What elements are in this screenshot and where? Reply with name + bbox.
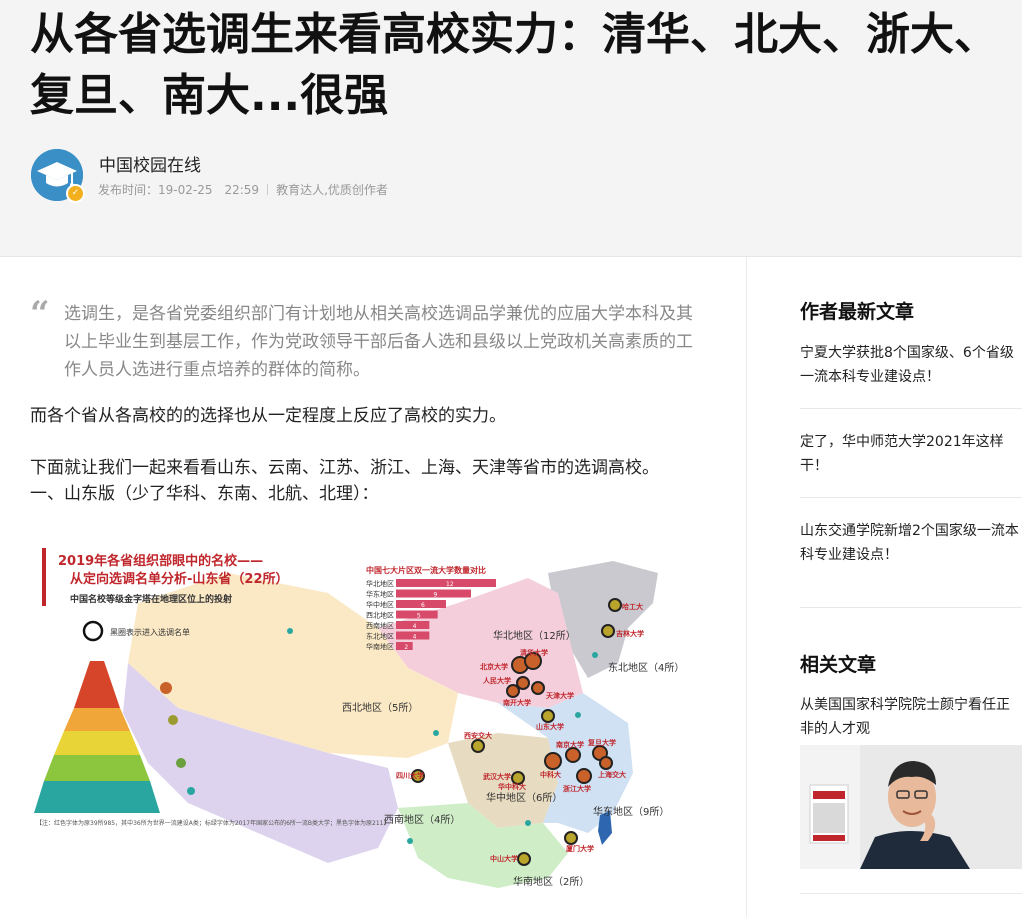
author-tag: 教育达人,优质创作者 xyxy=(276,183,388,197)
school-label: 哈工大 xyxy=(622,602,643,611)
article-paragraph: 下面就让我们一起来看看山东、云南、江苏、浙江、上海、天津等省市的选调高校。 xyxy=(30,458,659,478)
article-figure-map: 2019年各省组织部眼中的名校—— 从定向选调名单分析-山东省（22所） 中国名… xyxy=(28,533,708,911)
region-label: 东北地区（4所） xyxy=(608,661,684,674)
figure-title-1: 2019年各省组织部眼中的名校—— xyxy=(58,553,263,569)
school-label: 山东大学 xyxy=(536,722,564,731)
related-article-link[interactable]: 从美国国家科学院院士颜宁看任正非的人才观 xyxy=(800,693,1022,741)
school-dot xyxy=(541,709,555,723)
bar-label: 华北地区 xyxy=(366,579,394,588)
school-label: 北京大学 xyxy=(480,662,508,671)
related-article-thumbnail[interactable] xyxy=(800,745,1022,869)
school-dot xyxy=(599,756,613,770)
school-label: 厦门大学 xyxy=(565,844,594,853)
sidebar-divider xyxy=(800,497,1022,498)
sidebar-divider xyxy=(800,893,1022,894)
school-dot xyxy=(531,681,545,695)
pyramid-level-5 xyxy=(34,781,160,813)
latest-articles-title: 作者最新文章 xyxy=(800,301,915,323)
bar-value-label: 6 xyxy=(421,602,425,609)
bar-label: 西北地区 xyxy=(366,611,394,620)
bar-label: 华东地区 xyxy=(366,590,394,599)
article-title: 从各省选调生来看高校实力：清华、北大、浙大、复旦、南大...很强 xyxy=(30,9,998,121)
bar-value-label: 2 xyxy=(404,644,408,651)
school-dot xyxy=(608,598,622,612)
sidebar-divider xyxy=(800,408,1022,409)
region-label: 华东地区（9所） xyxy=(593,805,669,818)
bar-value-label: 5 xyxy=(417,613,421,620)
bar-value-label: 4 xyxy=(413,623,417,630)
school-label: 武汉大学 xyxy=(483,772,511,781)
region-label: 华中地区（6所） xyxy=(486,791,562,804)
school-dot xyxy=(471,739,485,753)
legend-circle-label: 黑圈表示进入选调名单 xyxy=(110,627,190,637)
school-dot xyxy=(564,831,578,845)
publish-time: 发布时间：19-02-25 22:59 xyxy=(98,183,260,197)
region-label: 西南地区（4所） xyxy=(384,813,460,826)
bar-label: 东北地区 xyxy=(366,632,394,641)
region-label: 华南地区（2所） xyxy=(513,875,589,888)
school-label: 西安交大 xyxy=(464,731,492,740)
school-dot xyxy=(576,768,592,784)
school-label: 复旦大学 xyxy=(587,738,616,747)
school-label: 上海交大 xyxy=(598,770,626,779)
school-dot xyxy=(565,747,581,763)
school-dot xyxy=(544,752,562,770)
article-header: 从各省选调生来看高校实力：清华、北大、浙大、复旦、南大...很强 ✓ 中国校园在… xyxy=(0,0,1022,257)
school-dot xyxy=(517,852,531,866)
pyramid-level-3 xyxy=(54,731,140,755)
bar-value-label: 12 xyxy=(446,581,454,588)
figure-title-2: 从定向选调名单分析-山东省（22所） xyxy=(70,571,289,587)
region-label: 西北地区（5所） xyxy=(342,701,418,714)
school-label: 天津大学 xyxy=(546,691,574,700)
school-label: 华中科大 xyxy=(498,782,526,791)
bar-value-label: 4 xyxy=(413,634,417,641)
school-label: 浙江大学 xyxy=(563,784,591,793)
article-quote: 选调生，是各省党委组织部门有计划地从相关高校选调品学兼优的应届大学本科及其以上毕… xyxy=(64,304,693,380)
school-label: 吉林大学 xyxy=(616,629,644,638)
school-label: 四川大学 xyxy=(396,771,424,780)
article-paragraph: 一、山东版（少了华科、东南、北航、北理）： xyxy=(30,484,379,504)
figure-note: 【注：红色字体为原39所985，其中36所为世界一流建设A类；标绿字体为2017… xyxy=(36,819,389,827)
bar-label: 华南地区 xyxy=(366,642,394,651)
bar-label: 西南地区 xyxy=(366,621,394,630)
school-label: 南开大学 xyxy=(503,698,531,707)
title-accent-bar xyxy=(42,548,46,606)
pyramid-level-2 xyxy=(64,708,130,731)
pyramid-level-4 xyxy=(44,755,150,781)
latest-article-link[interactable]: 定了，华中师范大学2021年这样干！ xyxy=(800,430,1022,478)
region-label: 华北地区（12所） xyxy=(493,629,576,642)
school-label: 清华大学 xyxy=(520,648,548,657)
verified-badge-icon: ✓ xyxy=(66,184,85,203)
bars-title: 中国七大片区双一流大学数量对比 xyxy=(366,565,486,575)
school-label: 中科大 xyxy=(540,770,561,779)
related-articles-title: 相关文章 xyxy=(800,654,877,676)
author-name[interactable]: 中国校园在线 xyxy=(99,151,201,176)
article-paragraph: 而各个省从各高校的的选择也从一定程度上反应了高校的实力。 xyxy=(30,406,506,426)
latest-article-link[interactable]: 宁夏大学获批8个国家级、6个省级一流本科专业建设点！ xyxy=(800,341,1022,389)
sidebar-divider xyxy=(800,607,1022,608)
bar-label: 华中地区 xyxy=(366,600,394,609)
latest-article-link[interactable]: 山东交通学院新增2个国家级一流本科专业建设点！ xyxy=(800,519,1022,567)
school-label: 人民大学 xyxy=(483,676,511,685)
school-label: 中山大学 xyxy=(490,854,518,863)
bar-value-label: 9 xyxy=(434,592,438,599)
figure-subtitle: 中国名校等级金字塔在地理区位上的投射 xyxy=(70,593,232,605)
quote-mark-icon: “ xyxy=(30,294,50,334)
column-divider xyxy=(746,257,747,917)
school-label: 南京大学 xyxy=(556,740,584,749)
school-dot xyxy=(506,684,520,698)
school-dot xyxy=(601,624,615,638)
meta-divider xyxy=(267,184,269,195)
article-meta: 发布时间：19-02-25 22:59 教育达人,优质创作者 xyxy=(98,181,388,198)
